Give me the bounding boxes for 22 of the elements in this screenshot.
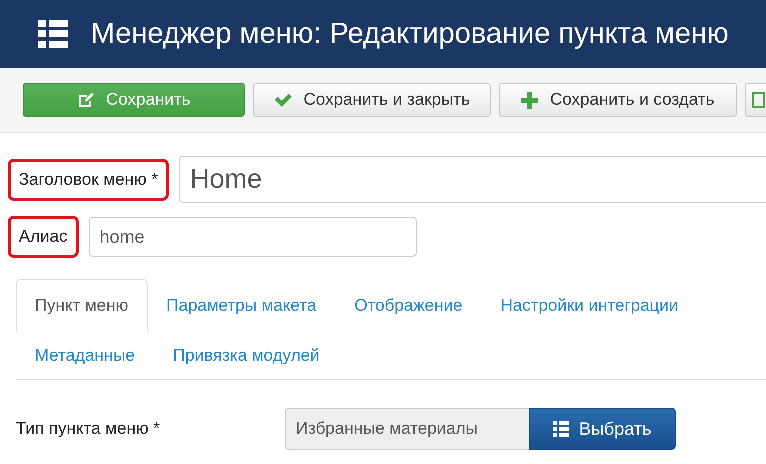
tab[interactable]: Пункт меню [16, 279, 148, 331]
tab[interactable]: Параметры макета [148, 279, 336, 331]
field-label: Алиас [8, 216, 79, 258]
list-icon [553, 421, 570, 437]
tab[interactable]: Отображение [336, 279, 482, 331]
tab[interactable]: Метаданные [16, 331, 154, 379]
field-label: Заголовок меню * [8, 158, 170, 200]
copy-icon [752, 92, 766, 108]
menu-type-field: Избранные материалы [285, 408, 529, 450]
input-field[interactable]: Home [179, 156, 766, 203]
edit-icon [77, 92, 94, 108]
select-button[interactable]: Выбрать [529, 408, 676, 450]
field-label: Тип пункта меню * [16, 419, 162, 439]
input-field[interactable]: home [88, 217, 417, 257]
save-new-button[interactable]: Сохранить и создать [499, 83, 737, 117]
check-icon [274, 93, 292, 107]
plus-icon [521, 92, 538, 108]
tab[interactable]: Привязка модулей [154, 331, 339, 379]
save-close-button[interactable]: Сохранить и закрыть [253, 83, 491, 117]
list-icon [38, 19, 68, 49]
tab[interactable]: Настройки интеграции [482, 279, 698, 331]
page-title: Менеджер меню: Редактирование пункта меню [91, 18, 729, 50]
